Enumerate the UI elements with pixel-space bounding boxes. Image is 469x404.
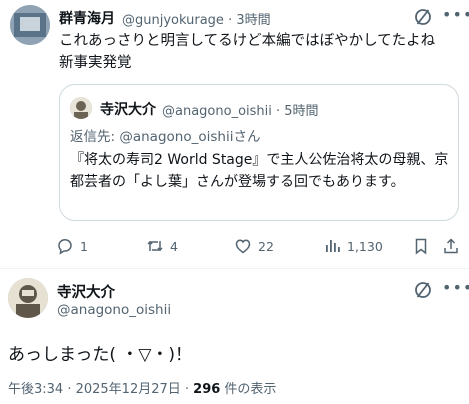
views-count: 296	[193, 382, 221, 397]
reply-to-line: 返信先: @anagono_oishiiさん	[70, 125, 260, 145]
post-time[interactable]: · 3時間	[228, 13, 271, 28]
grok-icon[interactable]	[413, 7, 433, 27]
post-text: あっしまった( ・▽・)！	[8, 345, 193, 365]
view-count: 1,130	[347, 238, 383, 254]
quoted-user-name: 寺沢大介	[100, 102, 156, 118]
user-handle-and-time[interactable]: @gunjyokurage · 3時間	[122, 9, 271, 28]
quoted-handle-and-time: @anagono_oishii · 5時間	[162, 100, 319, 119]
post-timestamp[interactable]: 午後3:34 · 2025年12月27日 ·	[8, 382, 193, 397]
avatar[interactable]	[10, 5, 50, 45]
more-options-icon[interactable]: •••	[442, 5, 469, 24]
reply-count: 1	[80, 238, 88, 254]
divider	[0, 268, 469, 269]
views-icon	[326, 240, 340, 252]
reply-button[interactable]: 1	[56, 236, 88, 256]
more-options-icon[interactable]: •••	[442, 278, 469, 297]
share-button[interactable]	[442, 236, 460, 256]
quoted-user-handle: @anagono_oishii	[162, 104, 272, 119]
reply-icon	[58, 239, 72, 255]
reply-to-label: 返信先:	[70, 129, 120, 145]
repost-icon	[147, 240, 163, 252]
user-name[interactable]: 群青海月	[59, 8, 115, 28]
post-text: これあっさりと明言してるけど本編ではぼやかしてたよね 新事実発覚	[59, 33, 436, 71]
heart-icon	[235, 239, 251, 254]
quoted-post-card[interactable]: 寺沢大介 @anagono_oishii · 5時間 返信先: @anagono…	[59, 84, 459, 221]
avatar[interactable]	[8, 278, 48, 318]
user-handle[interactable]: @anagono_oishii	[57, 302, 171, 318]
repost-count: 4	[170, 238, 178, 254]
repost-button[interactable]: 4	[146, 236, 178, 256]
user-name[interactable]: 寺沢大介	[57, 281, 115, 302]
bookmark-button[interactable]	[412, 236, 430, 256]
like-button[interactable]: 22	[234, 236, 274, 256]
like-count: 22	[258, 238, 274, 254]
bookmark-icon	[415, 238, 427, 255]
avatar	[70, 97, 92, 119]
views-button[interactable]: 1,130	[323, 236, 383, 256]
post-meta: 午後3:34 · 2025年12月27日 · 296 件の表示	[8, 378, 276, 397]
quoted-post-text: 『将太の寿司2 World Stage』で主人公佐治将太の母親、京都芸者の「よし…	[70, 152, 449, 190]
share-icon	[444, 238, 458, 254]
reply-to-handle: @anagono_oishiiさん	[119, 129, 261, 145]
quoted-post-time: · 5時間	[276, 104, 319, 119]
views-label: 件の表示	[220, 382, 277, 397]
grok-icon[interactable]	[413, 280, 433, 300]
user-handle[interactable]: @gunjyokurage	[122, 13, 224, 28]
